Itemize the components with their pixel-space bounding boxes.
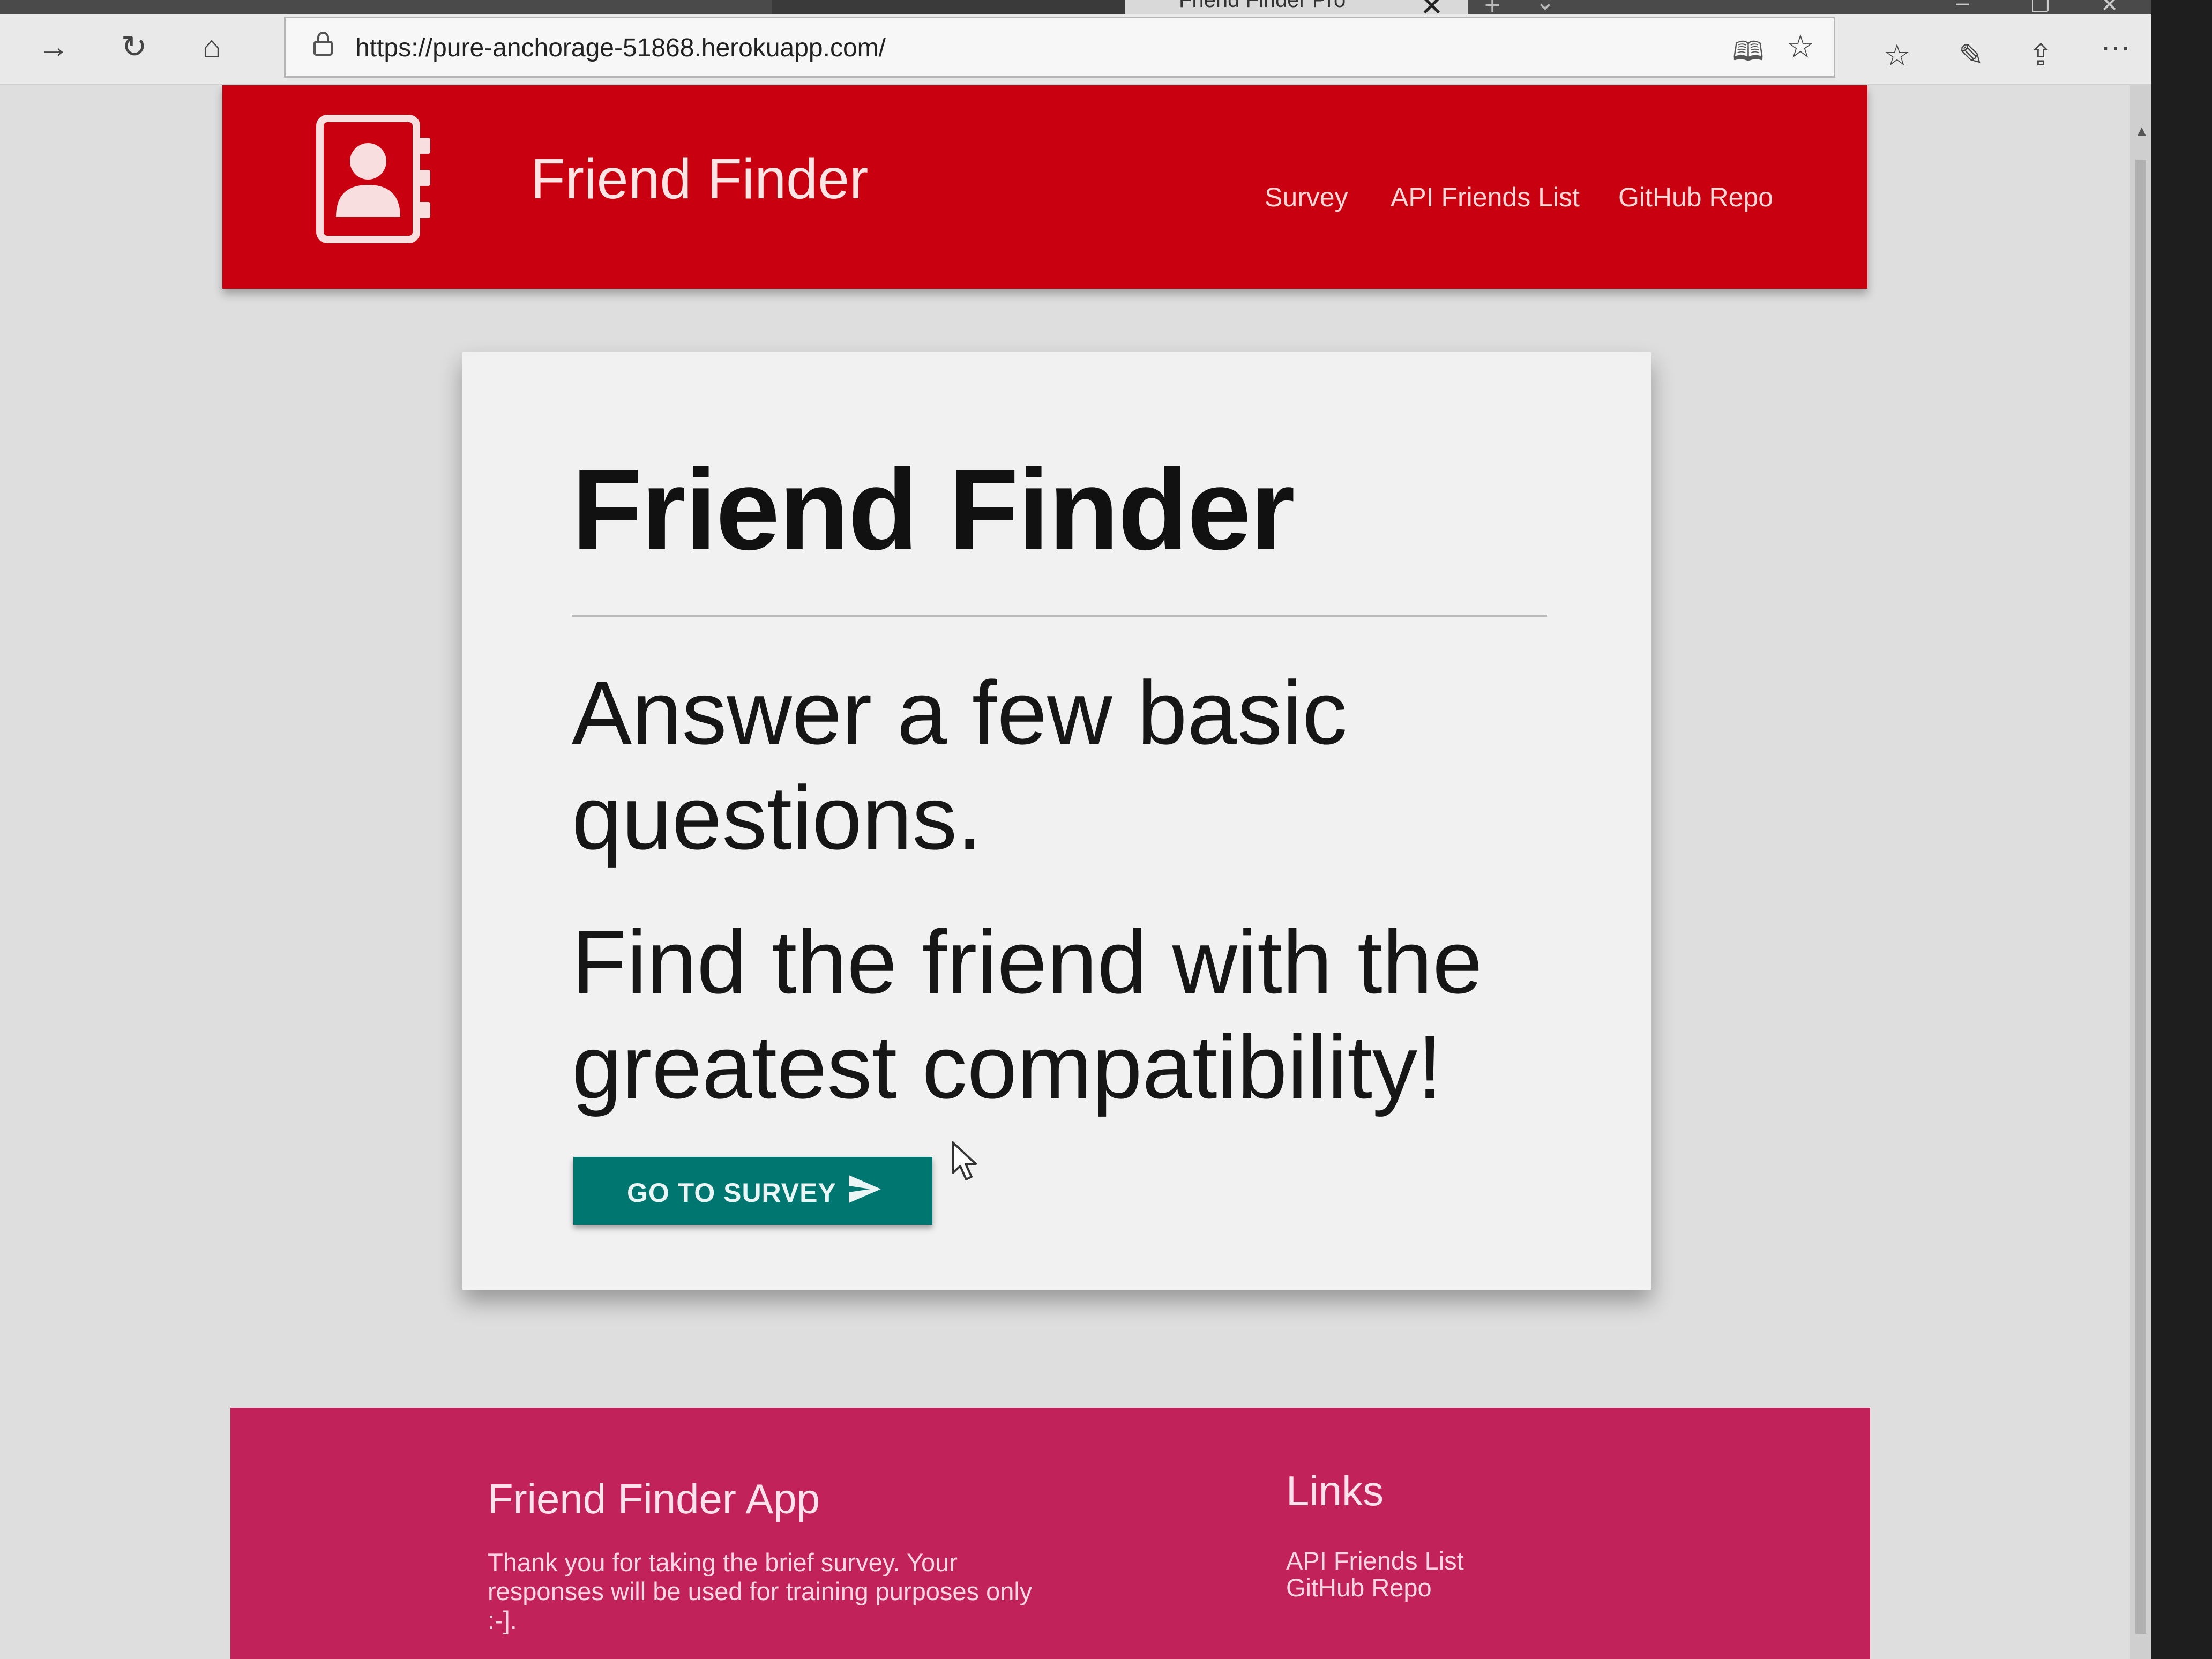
lock-icon (313, 32, 333, 56)
monitor-bezel (2151, 0, 2212, 1659)
reading-view-icon[interactable]: 🕮 (1732, 32, 1764, 78)
tab-inactive[interactable] (772, 0, 1125, 14)
page-viewport: Friend Finder Survey API Friends List Gi… (0, 85, 2130, 1659)
contact-book-icon[interactable] (313, 112, 437, 246)
tab-strip: Friend Finder Pro ✕ + ⌄ – ❐ ✕ (0, 0, 2151, 22)
send-icon (849, 1175, 881, 1203)
footer-link-github-repo[interactable]: GitHub Repo (1286, 1573, 1432, 1602)
hero-title: Friend Finder (572, 445, 1295, 574)
share-icon[interactable]: ⇪ (2028, 38, 2053, 73)
address-bar[interactable]: https://pure-anchorage-51868.herokuapp.c… (284, 17, 1835, 78)
scrollbar[interactable]: ▲ (2130, 85, 2151, 1659)
footer-link-api-friends-list[interactable]: API Friends List (1286, 1546, 1464, 1575)
refresh-icon[interactable]: ↻ (113, 26, 155, 69)
url-text[interactable]: https://pure-anchorage-51868.herokuapp.c… (355, 33, 886, 63)
favorites-hub-icon[interactable]: ☆ (1884, 38, 1910, 73)
nav-link-github-repo[interactable]: GitHub Repo (1618, 182, 1773, 213)
hero-divider (572, 615, 1547, 617)
brand-title[interactable]: Friend Finder (530, 147, 868, 212)
hero-lead-1: Answer a few basic questions. (572, 662, 1348, 868)
go-to-survey-button[interactable]: GO TO SURVEY (573, 1157, 932, 1225)
footer: Friend Finder App Thank you for taking t… (230, 1408, 1870, 1659)
browser-toolbar: → ↻ ⌂ https://pure-anchorage-51868.herok… (0, 14, 2151, 85)
navbar: Friend Finder Survey API Friends List Gi… (222, 85, 1867, 289)
scroll-up-icon[interactable]: ▲ (2134, 123, 2149, 140)
hero-lead-2: Find the friend with the greatest compat… (572, 911, 1483, 1117)
tab-active[interactable]: Friend Finder Pro (1125, 0, 1468, 14)
monitor-screen: Friend Finder Pro ✕ + ⌄ – ❐ ✕ → ↻ ⌂ http… (0, 0, 2151, 1659)
mouse-cursor-icon (952, 1141, 977, 1180)
chevron-down-icon[interactable]: ⌄ (1535, 0, 1555, 16)
forward-icon[interactable]: → (32, 26, 75, 69)
footer-text: Thank you for taking the brief survey. Y… (488, 1548, 1033, 1634)
tab-title: Friend Finder Pro (1179, 0, 1346, 12)
go-to-survey-label: GO TO SURVEY (627, 1178, 836, 1208)
more-icon[interactable]: ⋯ (2101, 30, 2131, 65)
nav-link-survey[interactable]: Survey (1265, 182, 1348, 213)
home-icon[interactable]: ⌂ (190, 26, 233, 69)
scrollbar-thumb[interactable] (2135, 160, 2146, 1634)
pen-icon[interactable]: ✎ (1959, 38, 1984, 73)
footer-links-title: Links (1286, 1467, 1384, 1514)
hero-card: Friend Finder Answer a few basic questio… (462, 352, 1651, 1290)
star-icon[interactable]: ☆ (1786, 28, 1815, 65)
nav-link-api-friends-list[interactable]: API Friends List (1391, 182, 1580, 213)
footer-title: Friend Finder App (488, 1475, 820, 1522)
